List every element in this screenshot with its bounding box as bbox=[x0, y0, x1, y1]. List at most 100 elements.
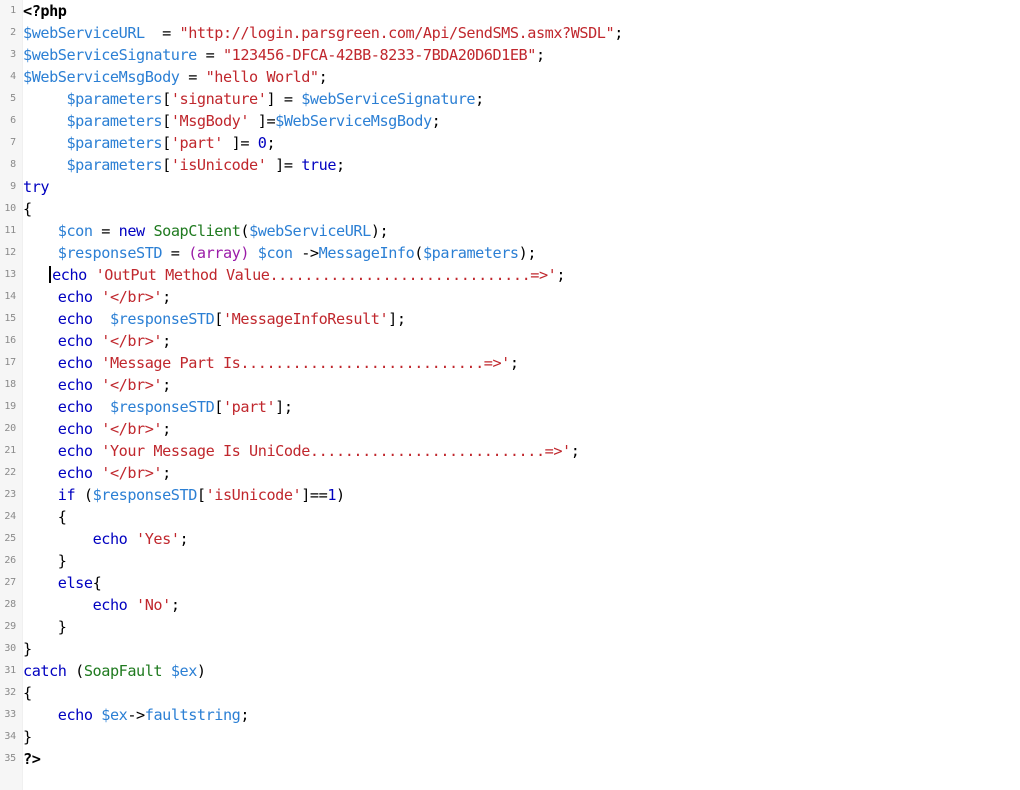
code-token: ; bbox=[162, 332, 171, 350]
code-token: [ bbox=[162, 90, 171, 108]
code-line-content[interactable]: echo 'No'; bbox=[20, 594, 1020, 616]
code-line-content[interactable]: if ($responseSTD['isUnicode']==1) bbox=[20, 484, 1020, 506]
code-line[interactable]: 3 $webServiceSignature = "123456-DFCA-42B… bbox=[0, 44, 1020, 66]
code-line-content[interactable]: $webServiceURL = "http://login.parsgreen… bbox=[20, 22, 1020, 44]
code-line-content[interactable]: catch (SoapFault $ex) bbox=[20, 660, 1020, 682]
text-caret bbox=[49, 266, 52, 283]
code-line-content[interactable]: } bbox=[20, 726, 1020, 748]
code-line[interactable]: 23 if ($responseSTD['isUnicode']==1) bbox=[0, 484, 1020, 506]
code-line[interactable]: 2 $webServiceURL = "http://login.parsgree… bbox=[0, 22, 1020, 44]
code-line[interactable]: 12 $responseSTD = (array) $con ->Message… bbox=[0, 242, 1020, 264]
code-line-content[interactable]: $parameters['signature'] = $webServiceSi… bbox=[20, 88, 1020, 110]
code-line[interactable]: 34} bbox=[0, 726, 1020, 748]
code-token: $webServiceURL bbox=[249, 222, 371, 240]
code-token: true bbox=[301, 156, 337, 174]
code-line-content[interactable]: $parameters['isUnicode' ]= true; bbox=[20, 154, 1020, 176]
code-token: ( bbox=[240, 222, 250, 240]
code-token: MessageInfo bbox=[318, 244, 415, 262]
code-line[interactable]: 5 $parameters['signature'] = $webService… bbox=[0, 88, 1020, 110]
code-line[interactable]: 21 echo 'Your Message Is UniCode........… bbox=[0, 440, 1020, 462]
code-line[interactable]: 16 echo '</br>'; bbox=[0, 330, 1020, 352]
code-token: } bbox=[23, 728, 32, 746]
code-line-content[interactable]: $con = new SoapClient($webServiceURL); bbox=[20, 220, 1020, 242]
code-token: 'MsgBody' bbox=[170, 112, 250, 130]
code-line[interactable]: 17 echo 'Message Part Is................… bbox=[0, 352, 1020, 374]
code-token: ; bbox=[162, 288, 171, 306]
code-line-content[interactable]: } bbox=[20, 638, 1020, 660]
code-line[interactable]: 27 else{ bbox=[0, 572, 1020, 594]
code-line[interactable]: 26 } bbox=[0, 550, 1020, 572]
code-line[interactable]: 24 { bbox=[0, 506, 1020, 528]
line-number: 18 bbox=[4, 379, 16, 390]
code-token: '</br>' bbox=[101, 420, 163, 438]
code-viewer[interactable]: 1 <?php 2 $webServiceURL = "http://login.pa… bbox=[0, 0, 1020, 790]
code-line-content[interactable]: echo 'OutPut Method Value...............… bbox=[20, 264, 1020, 286]
code-line-content[interactable]: echo '</br>'; bbox=[20, 374, 1020, 396]
code-line-content[interactable]: $responseSTD = (array) $con ->MessageInf… bbox=[20, 242, 1020, 264]
code-line-content[interactable]: echo $ex->faultstring; bbox=[20, 704, 1020, 726]
code-token: "123456-DFCA-42BB-8233-7BDA20D6D1EB" bbox=[222, 46, 536, 64]
code-line[interactable]: 7 $parameters['part' ]= 0; bbox=[0, 132, 1020, 154]
code-token: '</br>' bbox=[101, 288, 163, 306]
code-line-content[interactable]: try bbox=[20, 176, 1020, 198]
code-line[interactable]: 10 { bbox=[0, 198, 1020, 220]
code-line-content[interactable]: } bbox=[20, 550, 1020, 572]
code-line-content[interactable]: $WebServiceMsgBody = "hello World"; bbox=[20, 66, 1020, 88]
code-line[interactable]: 13 echo 'OutPut Method Value............… bbox=[0, 264, 1020, 286]
code-line[interactable]: 14 echo '</br>'; bbox=[0, 286, 1020, 308]
code-token: } bbox=[57, 618, 67, 636]
code-line[interactable]: 30} bbox=[0, 638, 1020, 660]
code-line[interactable]: 18 echo '</br>'; bbox=[0, 374, 1020, 396]
code-line[interactable]: 20 echo '</br>'; bbox=[0, 418, 1020, 440]
code-line-content[interactable]: echo $responseSTD['MessageInfoResult']; bbox=[20, 308, 1020, 330]
code-line-content[interactable]: } bbox=[20, 616, 1020, 638]
code-line-content[interactable]: ?> bbox=[20, 748, 1020, 770]
code-line-content[interactable]: $parameters['part' ]= 0; bbox=[20, 132, 1020, 154]
code-line-content[interactable]: <?php bbox=[20, 0, 1020, 22]
code-line-content[interactable]: echo '</br>'; bbox=[20, 330, 1020, 352]
code-line[interactable]: 31 catch (SoapFault $ex) bbox=[0, 660, 1020, 682]
code-token: = bbox=[179, 68, 206, 86]
code-line-list[interactable]: 1 <?php 2 $webServiceURL = "http://login.pa… bbox=[0, 0, 1020, 770]
code-token: ; bbox=[162, 376, 171, 394]
code-token: echo bbox=[57, 376, 93, 394]
code-line-content[interactable]: echo '</br>'; bbox=[20, 286, 1020, 308]
code-line-content[interactable]: echo '</br>'; bbox=[20, 418, 1020, 440]
code-line[interactable]: 19 echo $responseSTD['part']; bbox=[0, 396, 1020, 418]
code-line-content[interactable]: echo 'Your Message Is UniCode...........… bbox=[20, 440, 1020, 462]
code-token: $ex bbox=[170, 662, 198, 680]
code-line-content[interactable]: echo $responseSTD['part']; bbox=[20, 396, 1020, 418]
code-line-content[interactable]: echo 'Yes'; bbox=[20, 528, 1020, 550]
code-line-content[interactable]: { bbox=[20, 682, 1020, 704]
code-line[interactable]: 4 $WebServiceMsgBody = "hello World"; bbox=[0, 66, 1020, 88]
code-line[interactable]: 6 $parameters['MsgBody' ]=$WebServiceMsg… bbox=[0, 110, 1020, 132]
code-line-content[interactable]: { bbox=[20, 198, 1020, 220]
code-line[interactable]: 9 try bbox=[0, 176, 1020, 198]
code-line[interactable]: 32 { bbox=[0, 682, 1020, 704]
code-line[interactable]: 25 echo 'Yes'; bbox=[0, 528, 1020, 550]
code-line-content[interactable]: { bbox=[20, 506, 1020, 528]
code-line[interactable]: 8 $parameters['isUnicode' ]= true; bbox=[0, 154, 1020, 176]
code-line[interactable]: 11 $con = new SoapClient($webServiceURL)… bbox=[0, 220, 1020, 242]
code-line[interactable]: 22 echo '</br>'; bbox=[0, 462, 1020, 484]
code-line[interactable]: 29 } bbox=[0, 616, 1020, 638]
code-line-content[interactable]: $webServiceSignature = "123456-DFCA-42BB… bbox=[20, 44, 1020, 66]
code-line-content[interactable]: $parameters['MsgBody' ]=$WebServiceMsgBo… bbox=[20, 110, 1020, 132]
code-line[interactable]: 33 echo $ex->faultstring; bbox=[0, 704, 1020, 726]
code-token: if bbox=[57, 486, 76, 504]
code-line[interactable]: 35 ?> bbox=[0, 748, 1020, 770]
code-line[interactable]: 28 echo 'No'; bbox=[0, 594, 1020, 616]
code-line-content[interactable]: else{ bbox=[20, 572, 1020, 594]
line-number: 2 bbox=[10, 27, 16, 38]
code-line-content[interactable]: echo '</br>'; bbox=[20, 462, 1020, 484]
code-line-content[interactable]: echo 'Message Part Is...................… bbox=[20, 352, 1020, 374]
code-line[interactable]: 1 <?php bbox=[0, 0, 1020, 22]
code-line[interactable]: 15 echo $responseSTD['MessageInfoResult'… bbox=[0, 308, 1020, 330]
